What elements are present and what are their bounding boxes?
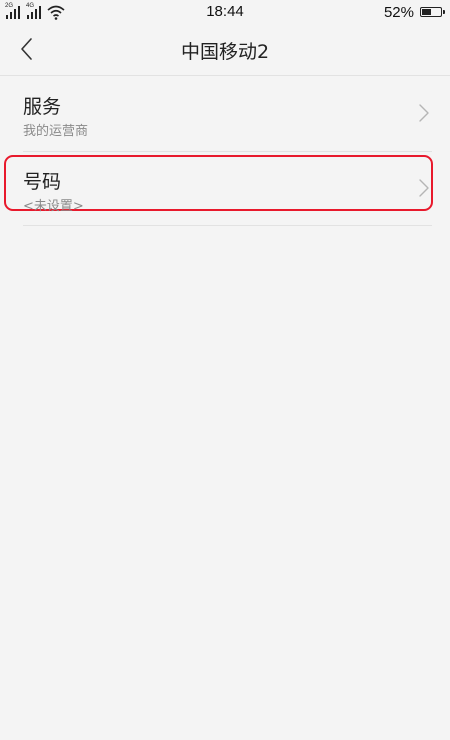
list-item-title: 号码 (23, 171, 62, 193)
nav-bar: 中国移动2 (0, 24, 450, 76)
battery-level (422, 9, 431, 15)
chevron-right-icon (419, 104, 429, 122)
battery-icon (420, 7, 445, 17)
list-item-number[interactable]: 号码 <未设置> (0, 151, 450, 226)
status-time: 18:44 (206, 3, 244, 20)
list-item-subtitle: 我的运营商 (23, 124, 89, 139)
battery-percent: 52% (383, 3, 414, 21)
page-title: 中国移动2 (180, 41, 270, 63)
list-item-service[interactable]: 服务 我的运营商 (0, 76, 450, 151)
list-item-title: 服务 (23, 96, 62, 118)
status-icons-right: 52% (383, 3, 445, 21)
list-item-subtitle: <未设置> (23, 199, 84, 214)
status-bar: 2G 4G 18:44 52% (0, 0, 450, 24)
back-chevron-icon (21, 38, 32, 60)
chevron-right-icon (419, 179, 429, 197)
back-button[interactable] (14, 34, 44, 64)
settings-list: 服务 我的运营商 号码 <未设置> (0, 76, 450, 226)
